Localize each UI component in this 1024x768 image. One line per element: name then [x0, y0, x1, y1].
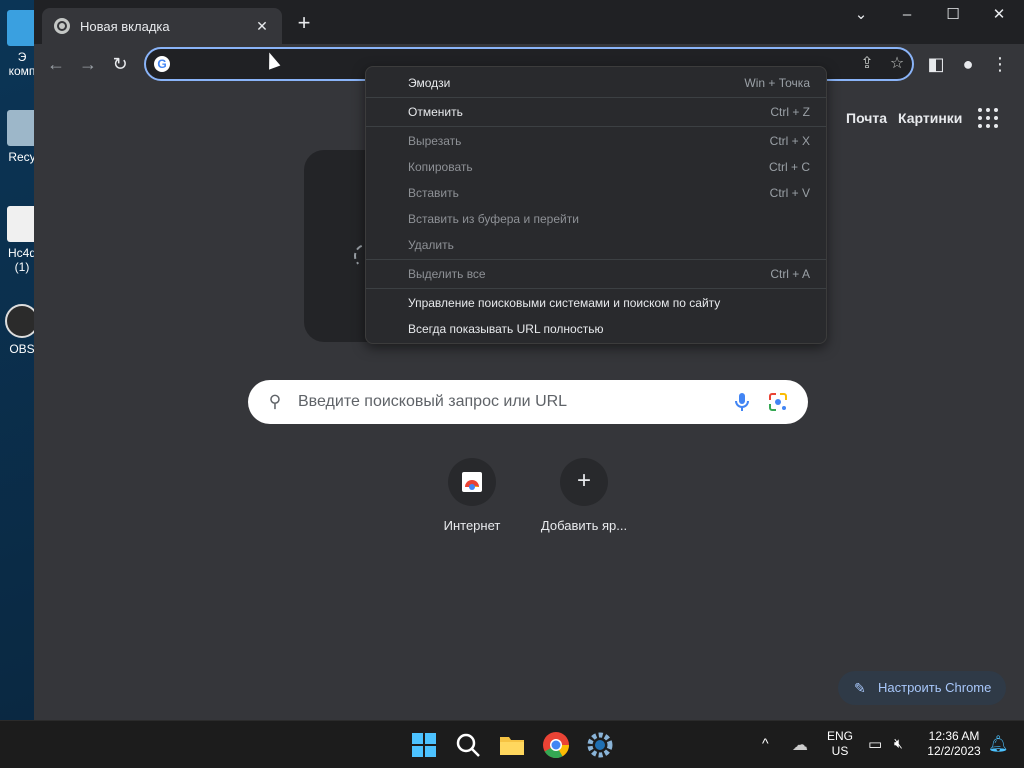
customize-chrome-button[interactable]: ✎ Настроить Chrome	[838, 671, 1006, 705]
menu-item-undo[interactable]: Отменить Ctrl + Z	[366, 99, 826, 125]
tab-new-tab[interactable]: Новая вкладка ✕	[42, 8, 282, 44]
shortcut-label: Добавить яр...	[540, 518, 628, 533]
google-icon: G	[154, 56, 170, 72]
menu-item-label: Вставить из буфера и перейти	[408, 212, 579, 226]
onedrive-cloud-icon[interactable]: ☁	[792, 735, 808, 755]
add-shortcut-tile[interactable]: + Добавить яр...	[528, 458, 640, 533]
search-input[interactable]	[298, 390, 718, 414]
network-icon[interactable]: ▭	[868, 735, 882, 753]
tab-title: Новая вкладка	[80, 18, 170, 34]
volume-muted-icon[interactable]: 🔇︎	[894, 735, 903, 752]
gmail-link[interactable]: Почта	[846, 110, 887, 126]
desktop-icon-label: Recy	[8, 150, 36, 164]
shortcut-tile[interactable]: Интернет	[416, 458, 528, 533]
menu-item-label: Вставить	[408, 186, 459, 200]
forward-button[interactable]: →	[76, 53, 100, 77]
close-tab-button[interactable]: ✕	[252, 18, 272, 35]
menu-item-shortcut: Ctrl + Z	[770, 105, 810, 119]
settings-gear-icon[interactable]	[584, 729, 616, 761]
menu-item-manage-search-engines[interactable]: Управление поисковыми системами и поиско…	[366, 290, 826, 316]
tab-search-button[interactable]: ⌄	[838, 4, 884, 28]
google-lens-icon[interactable]	[768, 392, 788, 412]
language-indicator[interactable]: ENG US	[826, 729, 854, 759]
tray-overflow-chevron-icon[interactable]: ^	[762, 735, 769, 751]
menu-item-label: Вырезать	[408, 134, 462, 148]
file-icon	[7, 206, 37, 242]
menu-item-label: Всегда показывать URL полностью	[408, 322, 604, 336]
start-button[interactable]	[408, 729, 440, 761]
menu-item-label: Отменить	[408, 105, 463, 119]
notifications-bell-icon[interactable]: 🔔︎	[988, 734, 1008, 754]
region-code: US	[831, 744, 849, 758]
google-apps-icon[interactable]	[978, 108, 998, 128]
maximize-button[interactable]: ☐	[930, 4, 976, 28]
desktop-icon-label: OBS	[9, 342, 35, 356]
profile-button[interactable]: ●	[956, 53, 980, 77]
language-code: ENG	[826, 729, 853, 743]
menu-item-delete[interactable]: Удалить	[366, 232, 826, 258]
menu-separator	[366, 126, 826, 127]
share-icon[interactable]: ⇪	[856, 54, 878, 76]
ntp-search-box[interactable]: ⚲	[248, 380, 808, 424]
menu-item-label: Удалить	[408, 238, 454, 252]
chrome-taskbar-icon[interactable]	[540, 729, 572, 761]
menu-separator	[366, 97, 826, 98]
menu-item-shortcut: Ctrl + X	[769, 134, 810, 148]
recycle-bin-icon	[7, 110, 37, 146]
back-button[interactable]: ←	[44, 53, 68, 77]
images-link[interactable]: Картинки	[898, 110, 962, 126]
menu-item-paste-and-go[interactable]: Вставить из буфера и перейти	[366, 206, 826, 232]
menu-item-select-all[interactable]: Выделить все Ctrl + A	[366, 261, 826, 287]
menu-item-label: Копировать	[408, 160, 473, 174]
search-icon[interactable]	[452, 729, 484, 761]
clock-time: 12:36 AM	[928, 729, 980, 743]
desktop-icon-label: Э комп	[8, 50, 36, 78]
clock-date: 12/2/2023	[927, 744, 981, 758]
menu-separator	[366, 288, 826, 289]
customize-label: Настроить Chrome	[878, 680, 992, 695]
shortcut-label: Интернет	[443, 518, 501, 533]
menu-item-shortcut: Ctrl + C	[768, 160, 810, 174]
minimize-button[interactable]: –	[884, 4, 930, 28]
menu-item-emoji[interactable]: Эмодзи Win + Точка	[366, 70, 826, 96]
microphone-icon[interactable]	[732, 391, 752, 413]
tab-strip: Новая вкладка ✕ + ⌄ – ☐ ✕	[34, 0, 1024, 44]
clock[interactable]: 12:36 AM 12/2/2023	[922, 729, 986, 759]
menu-item-copy[interactable]: Копировать Ctrl + C	[366, 154, 826, 180]
taskbar: ^ ☁ ENG US ▭ 🔇︎ 12:36 AM 12/2/2023 🔔︎	[0, 720, 1024, 768]
context-menu: Эмодзи Win + Точка Отменить Ctrl + Z Выр…	[365, 66, 827, 344]
computer-icon	[7, 10, 37, 46]
menu-item-shortcut: Ctrl + A	[770, 267, 810, 281]
reload-button[interactable]: ↻	[108, 53, 132, 77]
menu-item-paste[interactable]: Вставить Ctrl + V	[366, 180, 826, 206]
close-window-button[interactable]: ✕	[976, 4, 1022, 28]
search-icon: ⚲	[268, 392, 282, 411]
menu-item-shortcut: Ctrl + V	[769, 186, 810, 200]
menu-item-shortcut: Win + Точка	[744, 76, 810, 90]
site-favicon-icon	[448, 458, 496, 506]
chrome-icon	[54, 18, 70, 34]
plus-icon: +	[560, 458, 608, 506]
new-tab-button[interactable]: +	[292, 12, 316, 36]
menu-kebab-button[interactable]: ⋮	[988, 53, 1012, 77]
menu-item-label: Эмодзи	[408, 76, 451, 90]
bookmark-star-icon[interactable]: ☆	[886, 54, 908, 76]
menu-separator	[366, 259, 826, 260]
side-panel-button[interactable]: ◧	[924, 53, 948, 77]
menu-item-label: Управление поисковыми системами и поиско…	[408, 296, 721, 310]
desktop-icon-label: Hc4d (1)	[7, 246, 36, 274]
file-explorer-icon[interactable]	[496, 729, 528, 761]
menu-item-always-show-full-url[interactable]: Всегда показывать URL полностью	[366, 316, 826, 342]
pencil-icon: ✎	[854, 680, 866, 696]
menu-item-cut[interactable]: Вырезать Ctrl + X	[366, 128, 826, 154]
menu-item-label: Выделить все	[408, 267, 486, 281]
